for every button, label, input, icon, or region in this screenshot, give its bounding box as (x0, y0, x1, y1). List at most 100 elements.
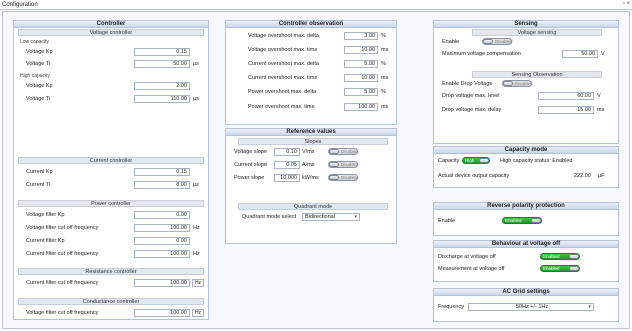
controller-observation-panel: Controller observation Voltage overshoot… (225, 20, 397, 125)
controller-observation-header: Controller observation (226, 21, 396, 28)
power-row-label: Voltage filter cut off frequency (26, 225, 99, 231)
controller-header: Controller (14, 21, 208, 28)
low-voltage-kp-row: Voltage Kp 0.15 (14, 47, 208, 57)
slope-input[interactable]: 10.000 (274, 174, 300, 182)
capacity-row: Capacity High High capacity status: Enab… (434, 156, 618, 166)
unit-label: Hz (192, 309, 204, 317)
observation-input[interactable]: 100.00 (344, 103, 378, 111)
drop-level-row: Drop voltage max. level 60.00 V (434, 91, 618, 101)
max-comp-input[interactable]: 50.00 (562, 50, 598, 58)
frequency-label: Frequency (438, 304, 464, 310)
toggle-label: Disabled (341, 162, 359, 167)
resistance-input[interactable]: 100.00 (134, 279, 190, 287)
quadrant-mode-select[interactable]: Bidirectional ▾ (302, 213, 360, 221)
slope-input[interactable]: 0.05 (274, 161, 300, 169)
slope-input[interactable]: 0.10 (274, 148, 300, 156)
quadrant-mode-row: Quadrant mode select Bidirectional ▾ (226, 212, 396, 222)
observation-input[interactable]: 5.00 (344, 60, 378, 68)
toggle-label: Enabled (505, 218, 522, 223)
high-voltage-ti-input[interactable]: 110.00 (134, 95, 190, 103)
observation-input[interactable]: 10.00 (344, 74, 378, 82)
drop-enable-row: Enable Drop Voltage Disabled (434, 79, 618, 89)
voltage-kp-label: Voltage Kp (26, 49, 53, 55)
power-row-input[interactable]: 100.00 (134, 250, 190, 258)
power-row: Voltage filter Kp 0.00 (14, 210, 208, 220)
power-row-input[interactable]: 0.00 (134, 211, 190, 219)
slope-toggle[interactable]: Disabled (328, 161, 359, 168)
configuration-frame: Controller Voltage controller Low capaci… (2, 11, 630, 329)
capacity-mode-header: Capacity mode (434, 147, 618, 154)
measurement-row: Measurement at voltage off Enabled (434, 264, 618, 274)
high-voltage-kp-input[interactable]: 2.00 (134, 82, 190, 90)
measurement-toggle[interactable]: Enabled (540, 265, 580, 272)
drop-delay-row: Drop voltage max. delay 15.00 ms (434, 105, 618, 115)
toggle-label: Enabled (543, 254, 560, 259)
power-row-input[interactable]: 100.00 (134, 224, 190, 232)
current-ti-row: Current Ti 8.00 µs (14, 180, 208, 190)
capacity-output-label: Actual device output capacity (438, 173, 510, 179)
voltage-sensing-subheader: Voltage sensing (472, 29, 602, 36)
sensing-enable-toggle[interactable]: Disabled (482, 38, 513, 45)
toggle-knob (569, 254, 579, 259)
unit-label: % (381, 33, 386, 39)
quadrant-mode-label: Quadrant mode select (242, 214, 297, 220)
current-kp-label: Current Kp (26, 169, 53, 175)
unit-label: V/ms (302, 149, 315, 155)
reverse-toggle[interactable]: Enabled (502, 217, 542, 224)
capacity-toggle[interactable]: High (462, 157, 490, 164)
observation-row: Current overshoot max. time 10.00 ms (226, 73, 396, 83)
observation-row: Current overshoot max. delta 5.00 % (226, 59, 396, 69)
unit-label: ms (597, 107, 605, 113)
unit-label: Hz (193, 225, 200, 231)
unit-label: µs (193, 96, 199, 102)
observation-input[interactable]: 10.00 (344, 46, 378, 54)
sensing-enable-label: Enable (442, 39, 460, 45)
slope-toggle[interactable]: Disabled (328, 174, 359, 181)
high-voltage-ti-row: Voltage Ti 110.00 µs (14, 94, 208, 104)
slope-label: Power slope (234, 175, 265, 181)
slope-toggle[interactable]: Disabled (328, 148, 359, 155)
observation-input[interactable]: 3.00 (344, 32, 378, 40)
power-row: Current filter cut off frequency 100.00 … (14, 249, 208, 259)
capacity-output-value: 222.00 (574, 173, 591, 179)
unit-label: % (381, 61, 386, 67)
toggle-knob (329, 162, 339, 167)
current-kp-row: Current Kp 0.15 (14, 167, 208, 177)
observation-label: Current overshoot max. time (248, 75, 318, 81)
frequency-select[interactable]: 50Hz +/- 1Hz ▾ (468, 303, 594, 311)
discharge-label: Discharge at voltage off (438, 254, 496, 260)
low-voltage-ti-input[interactable]: 50.00 (134, 60, 190, 68)
chevron-down-icon: ▾ (354, 214, 357, 220)
observation-input[interactable]: 5.00 (344, 88, 378, 96)
power-row: Voltage filter cut off frequency 100.00 … (14, 223, 208, 233)
toggle-label: Disabled (341, 149, 359, 154)
behaviour-panel: Behaviour at voltage off Discharge at vo… (433, 240, 619, 282)
high-voltage-kp-row: Voltage Kp 2.00 (14, 81, 208, 91)
drop-enable-label: Enable Drop Voltage (442, 81, 493, 87)
reverse-enable-label: Enable (438, 218, 456, 224)
unit-label: ms (381, 47, 389, 53)
observation-row: Voltage overshoot max. time 10.00 ms (226, 45, 396, 55)
drop-delay-input[interactable]: 15.00 (538, 106, 594, 114)
current-kp-input[interactable]: 0.15 (134, 168, 190, 176)
toggle-label: Disabled (515, 81, 533, 86)
power-row-input[interactable]: 0.00 (134, 237, 190, 245)
discharge-toggle[interactable]: Enabled (540, 253, 580, 260)
drop-level-input[interactable]: 60.00 (538, 92, 594, 100)
drop-enable-toggle[interactable]: Disabled (502, 80, 533, 87)
observation-label: Voltage overshoot max. delta (248, 33, 319, 39)
window-controls-icon[interactable]: ▫ × (623, 1, 630, 7)
chevron-down-icon: ▾ (588, 304, 591, 310)
sensing-panel: Sensing Voltage sensing Enable Disabled … (433, 20, 619, 144)
reverse-polarity-panel: Reverse polarity protection Enable Enabl… (433, 202, 619, 236)
unit-label: ms (381, 75, 389, 81)
low-voltage-kp-input[interactable]: 0.15 (134, 48, 190, 56)
resistance-controller-subheader: Resistance controller (18, 268, 204, 275)
current-ti-input[interactable]: 8.00 (134, 181, 190, 189)
observation-label: Voltage overshoot max. time (248, 47, 318, 53)
frequency-row: Frequency 50Hz +/- 1Hz ▾ (434, 302, 618, 312)
slope-row: Power slope 10.000 kW/ms Disabled (226, 173, 396, 183)
reverse-polarity-header: Reverse polarity protection (434, 203, 618, 210)
conductance-input[interactable]: 100.00 (134, 309, 190, 317)
controller-panel: Controller Voltage controller Low capaci… (13, 20, 209, 320)
